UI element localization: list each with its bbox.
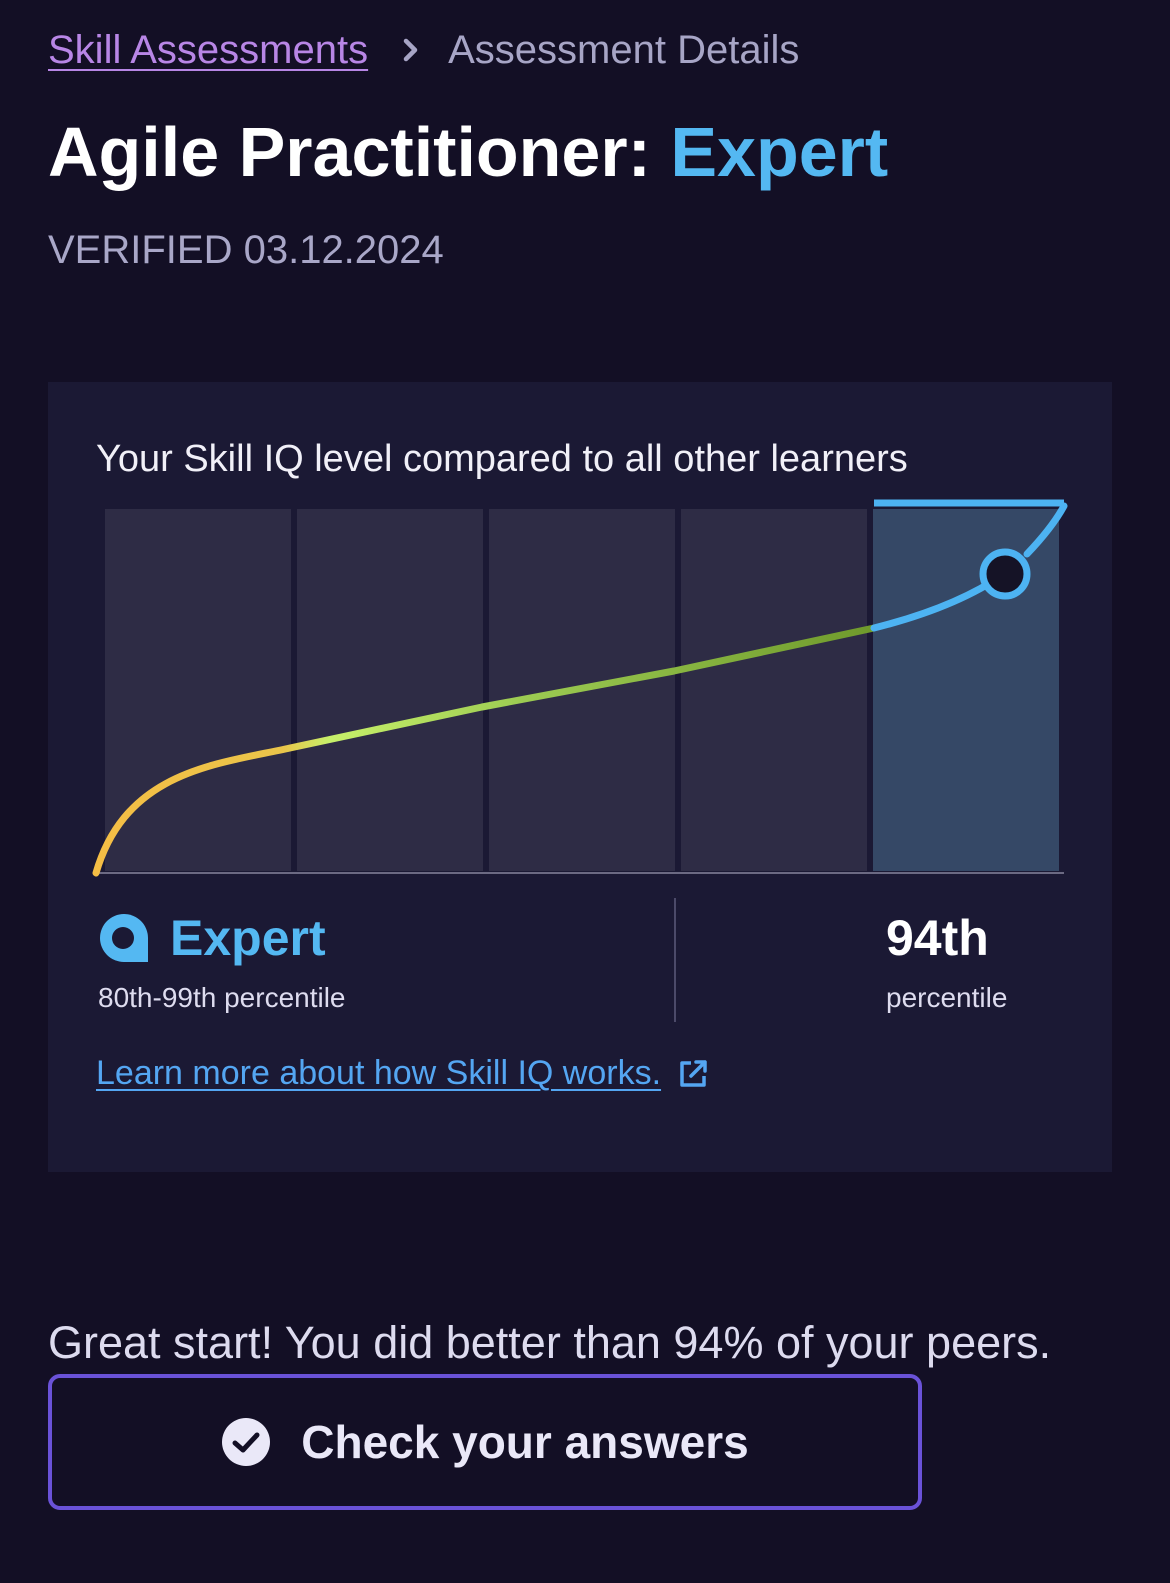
score-marker: [979, 548, 1031, 600]
level-name: Expert: [170, 910, 326, 966]
learn-more-link[interactable]: Learn more about how Skill IQ works.: [96, 1054, 709, 1093]
chart-band-4: [681, 509, 867, 871]
skill-iq-expert-icon: [98, 912, 150, 964]
page-title-skill: Agile Practitioner:: [48, 113, 651, 191]
check-answers-button[interactable]: Check your answers: [48, 1374, 922, 1510]
learn-more-text: Learn more about how Skill IQ works.: [96, 1054, 662, 1092]
chart-band-2: [297, 509, 483, 871]
chart-band-5: [873, 509, 1059, 871]
summary-text: Great start! You did better than 94% of …: [48, 1317, 1052, 1368]
breadcrumb-current: Assessment Details: [448, 27, 800, 72]
percentile-value: 94th: [886, 910, 989, 966]
chevron-right-icon: [390, 35, 432, 65]
breadcrumb-link-skill-assessments[interactable]: Skill Assessments: [48, 28, 368, 73]
level-range: 80th-99th percentile: [98, 982, 346, 1013]
stats-divider: [674, 898, 676, 1022]
chart-band-1: [105, 509, 291, 871]
breadcrumb: Skill Assessments Assessment Details: [48, 24, 799, 76]
check-circle-icon: [221, 1417, 271, 1467]
level-block: Expert 80th-99th percentile: [98, 908, 346, 1014]
percentile-block: 94th percentile: [886, 908, 1007, 1014]
verified-date: VERIFIED 03.12.2024: [48, 228, 444, 272]
page-title-level: Expert: [670, 113, 889, 191]
percentile-label: percentile: [886, 982, 1008, 1013]
chart-heading: Your Skill IQ level compared to all othe…: [96, 438, 908, 480]
external-link-icon: [677, 1058, 709, 1090]
check-answers-label: Check your answers: [301, 1416, 749, 1468]
page-title: Agile Practitioner: Expert: [48, 110, 888, 194]
skill-iq-card: Your Skill IQ level compared to all othe…: [48, 382, 1112, 1172]
